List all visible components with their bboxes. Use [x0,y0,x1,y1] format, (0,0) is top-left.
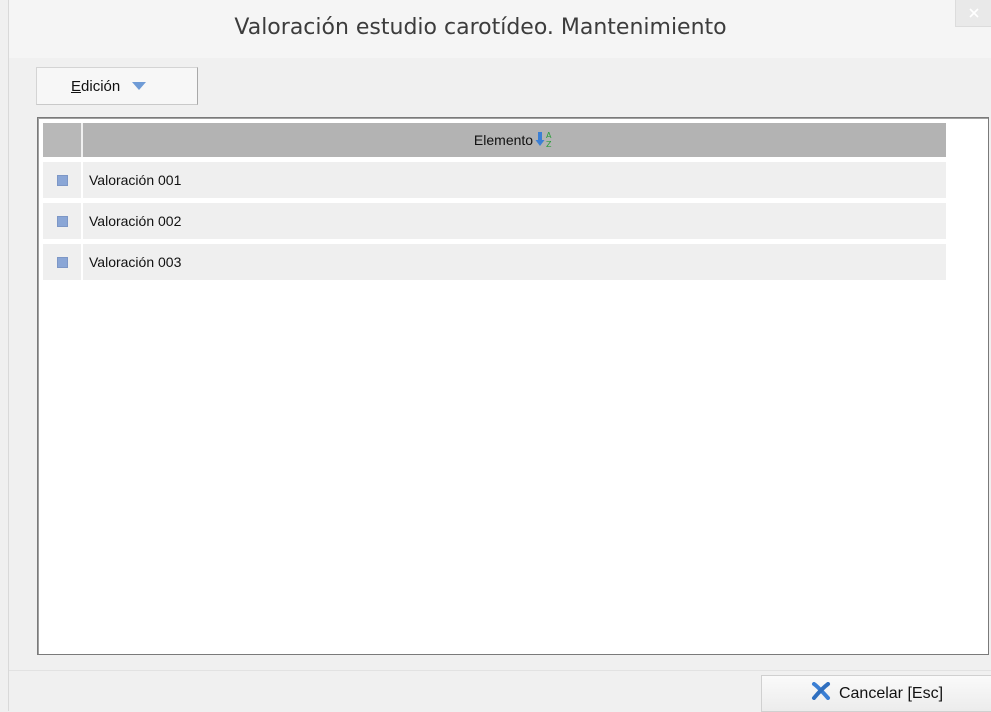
close-icon [969,8,979,18]
row-selector[interactable] [43,203,83,239]
row-selector[interactable] [43,244,83,280]
table-row[interactable]: Valoración 001 [43,162,946,198]
table-row[interactable]: Valoración 002 [43,203,946,239]
cell-elemento: Valoración 003 [83,244,946,280]
footer-bar: Cancelar [Esc] [9,670,991,712]
close-button[interactable] [955,0,991,27]
row-selector[interactable] [43,162,83,198]
data-grid: Elemento A Z Valoración 001 Valoración 0… [43,123,946,280]
cancel-button-label: Cancelar [Esc] [838,684,944,702]
edition-menu-button[interactable]: Edición [36,67,198,105]
dialog-window: Valoración estudio carotídeo. Mantenimie… [8,0,991,712]
row-selector-header[interactable] [43,123,83,157]
edition-menu-label-rest: dición [81,77,121,95]
cancel-button[interactable]: Cancelar [Esc] [761,675,991,712]
row-marker-icon [56,174,68,186]
grid-container: Elemento A Z Valoración 001 Valoración 0… [37,117,989,655]
column-header-label: Elemento [473,132,534,148]
edition-menu-label: Edición [71,78,120,95]
grid-header: Elemento A Z [43,123,946,157]
svg-text:Z: Z [546,140,552,149]
cell-elemento: Valoración 001 [83,162,946,198]
svg-text:A: A [546,131,552,140]
sort-az-icon: A Z [535,129,555,152]
column-header-elemento[interactable]: Elemento A Z [83,123,946,157]
title-bar: Valoración estudio carotídeo. Mantenimie… [9,0,991,58]
window-title: Valoración estudio carotídeo. Mantenimie… [234,15,727,40]
accesskey-letter: E [71,77,82,95]
row-marker-icon [56,215,68,227]
row-marker-icon [56,256,68,268]
table-row[interactable]: Valoración 003 [43,244,946,280]
cell-elemento: Valoración 002 [83,203,946,239]
x-icon [811,682,831,705]
triangle-down-icon [132,77,147,95]
